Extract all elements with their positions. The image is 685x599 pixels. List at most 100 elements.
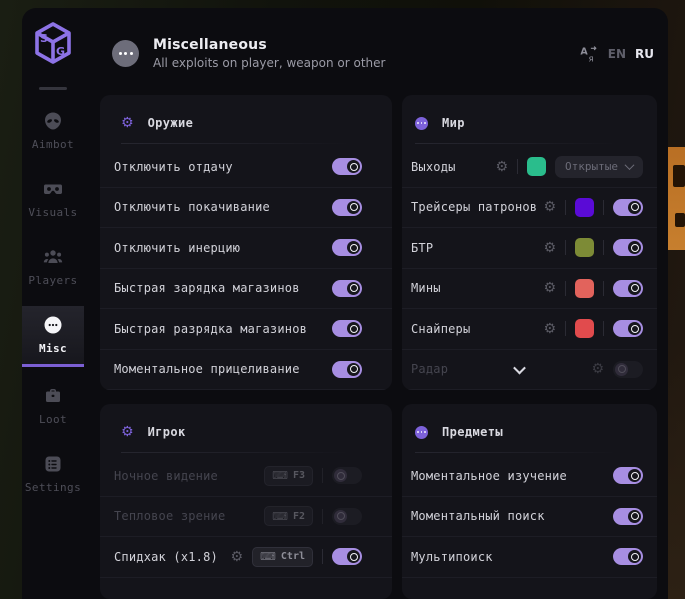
toggle-knob (347, 282, 360, 295)
gear-icon[interactable]: ⚙ (543, 281, 556, 295)
toggle-knob (615, 363, 628, 376)
keybind-label: F2 (293, 511, 305, 522)
toggle-knob (628, 510, 641, 523)
toggle-switch[interactable] (613, 320, 643, 337)
gear-icon[interactable]: ⚙ (591, 362, 604, 376)
main-panel: Miscellaneous All exploits on player, we… (84, 8, 668, 599)
separator (565, 240, 566, 255)
row-spacer (448, 365, 591, 374)
toggle-knob-ring (350, 163, 358, 171)
setting-label: БТР (411, 241, 433, 255)
row-controls: ⚙ ⌨ Ctrl (230, 547, 362, 567)
setting-label: Мины (411, 281, 441, 295)
toggle-knob-ring (350, 244, 358, 252)
separator (603, 240, 604, 255)
toggle-knob-ring (631, 512, 639, 520)
lang-en-button[interactable]: EN (608, 47, 626, 61)
page-title: Miscellaneous (153, 37, 385, 53)
briefcase-icon (43, 386, 63, 406)
section-rows: Моментальное изучениеМоментальный поискМ… (402, 456, 657, 578)
toggle-switch[interactable] (613, 361, 643, 378)
setting-row: Выходы⚙Открытые (402, 147, 657, 188)
toggle-switch[interactable] (332, 361, 362, 378)
gear-icon[interactable]: ⚙ (543, 200, 556, 214)
separator (322, 549, 323, 564)
keybind-badge[interactable]: ⌨F3 (264, 466, 313, 486)
color-swatch[interactable] (575, 238, 594, 257)
setting-row: БТР ⚙ (402, 228, 657, 269)
sidebar-item-settings[interactable]: Settings (22, 445, 84, 503)
sidebar-divider (39, 87, 67, 90)
backdrop-glow (665, 339, 685, 599)
dots-circle-icon (415, 426, 428, 439)
toggle-knob (347, 322, 360, 335)
row-controls (613, 548, 643, 565)
setting-label: Ночное видение (114, 469, 218, 483)
toggle-switch[interactable] (332, 548, 362, 565)
row-controls (613, 467, 643, 484)
toggle-switch[interactable] (332, 199, 362, 216)
toggle-switch[interactable] (332, 508, 362, 525)
ellipsis-circle-icon (43, 315, 63, 335)
toggle-switch[interactable] (332, 320, 362, 337)
toggle-switch[interactable] (613, 239, 643, 256)
toggle-knob-ring (350, 553, 358, 561)
keybind-label: Ctrl (281, 551, 305, 562)
toggle-switch[interactable] (613, 280, 643, 297)
row-controls: ⌨F2 (264, 506, 362, 526)
toggle-knob-ring (631, 472, 639, 480)
topbar: Miscellaneous All exploits on player, we… (84, 8, 668, 95)
toggle-knob (628, 322, 641, 335)
sidebar-item-label: Loot (39, 413, 67, 426)
toggle-switch[interactable] (613, 508, 643, 525)
gear-icon[interactable]: ⚙ (230, 550, 243, 564)
toggle-switch[interactable] (332, 158, 362, 175)
toggle-switch[interactable] (613, 548, 643, 565)
sidebar-item-players[interactable]: Players (22, 238, 84, 296)
gear-icon[interactable]: ⚙ (543, 241, 556, 255)
separator (322, 468, 323, 483)
setting-label: Снайперы (411, 322, 470, 336)
setting-row: Мины ⚙ (402, 269, 657, 310)
sidebar-item-visuals[interactable]: Visuals (22, 170, 84, 228)
setting-row: Ночное видение ⌨F3 (100, 456, 392, 497)
sidebar-item-aimbot[interactable]: Aimbot (22, 102, 84, 160)
row-controls: ⚙ (591, 361, 643, 378)
gear-icon[interactable]: ⚙ (543, 322, 556, 336)
sidebar-item-misc[interactable]: Misc (22, 306, 84, 367)
toggle-knob (628, 282, 641, 295)
toggle-switch[interactable] (613, 467, 643, 484)
setting-row: Мультипоиск (402, 537, 657, 578)
color-swatch[interactable] (575, 319, 594, 338)
sg-cube-logo-icon: S G (33, 21, 73, 65)
color-swatch[interactable] (575, 279, 594, 298)
keybind-badge[interactable]: ⌨F2 (264, 506, 313, 526)
row-controls: ⚙ (543, 319, 643, 338)
gear-icon[interactable]: ⚙ (495, 160, 508, 174)
toggle-switch[interactable] (332, 239, 362, 256)
toggle-switch[interactable] (613, 199, 643, 216)
toggle-knob (347, 201, 360, 214)
row-controls (332, 239, 362, 256)
setting-label: Моментальное изучение (411, 469, 567, 483)
color-swatch[interactable] (575, 198, 594, 217)
sidebar-item-loot[interactable]: Loot (22, 377, 84, 435)
chevron-down-icon[interactable] (513, 361, 526, 374)
toggle-switch[interactable] (332, 280, 362, 297)
color-swatch[interactable] (527, 157, 546, 176)
setting-row: Быстрая разрядка магазинов (100, 309, 392, 350)
section-divider (415, 143, 629, 144)
lang-ru-button[interactable]: RU (635, 47, 654, 61)
dropdown-select[interactable]: Открытые (555, 156, 643, 178)
toggle-switch[interactable] (332, 467, 362, 484)
players-icon (43, 247, 63, 267)
alien-icon (43, 111, 63, 131)
separator (565, 200, 566, 215)
keyboard-icon: ⌨ (260, 551, 276, 562)
svg-text:G: G (56, 45, 65, 58)
sidebar-item-label: Misc (39, 342, 67, 355)
separator (322, 509, 323, 524)
keybind-badge[interactable]: ⌨ Ctrl (252, 547, 313, 567)
setting-row: Отключить покачивание (100, 188, 392, 229)
setting-label: Спидхак (x1.8) (114, 550, 218, 564)
